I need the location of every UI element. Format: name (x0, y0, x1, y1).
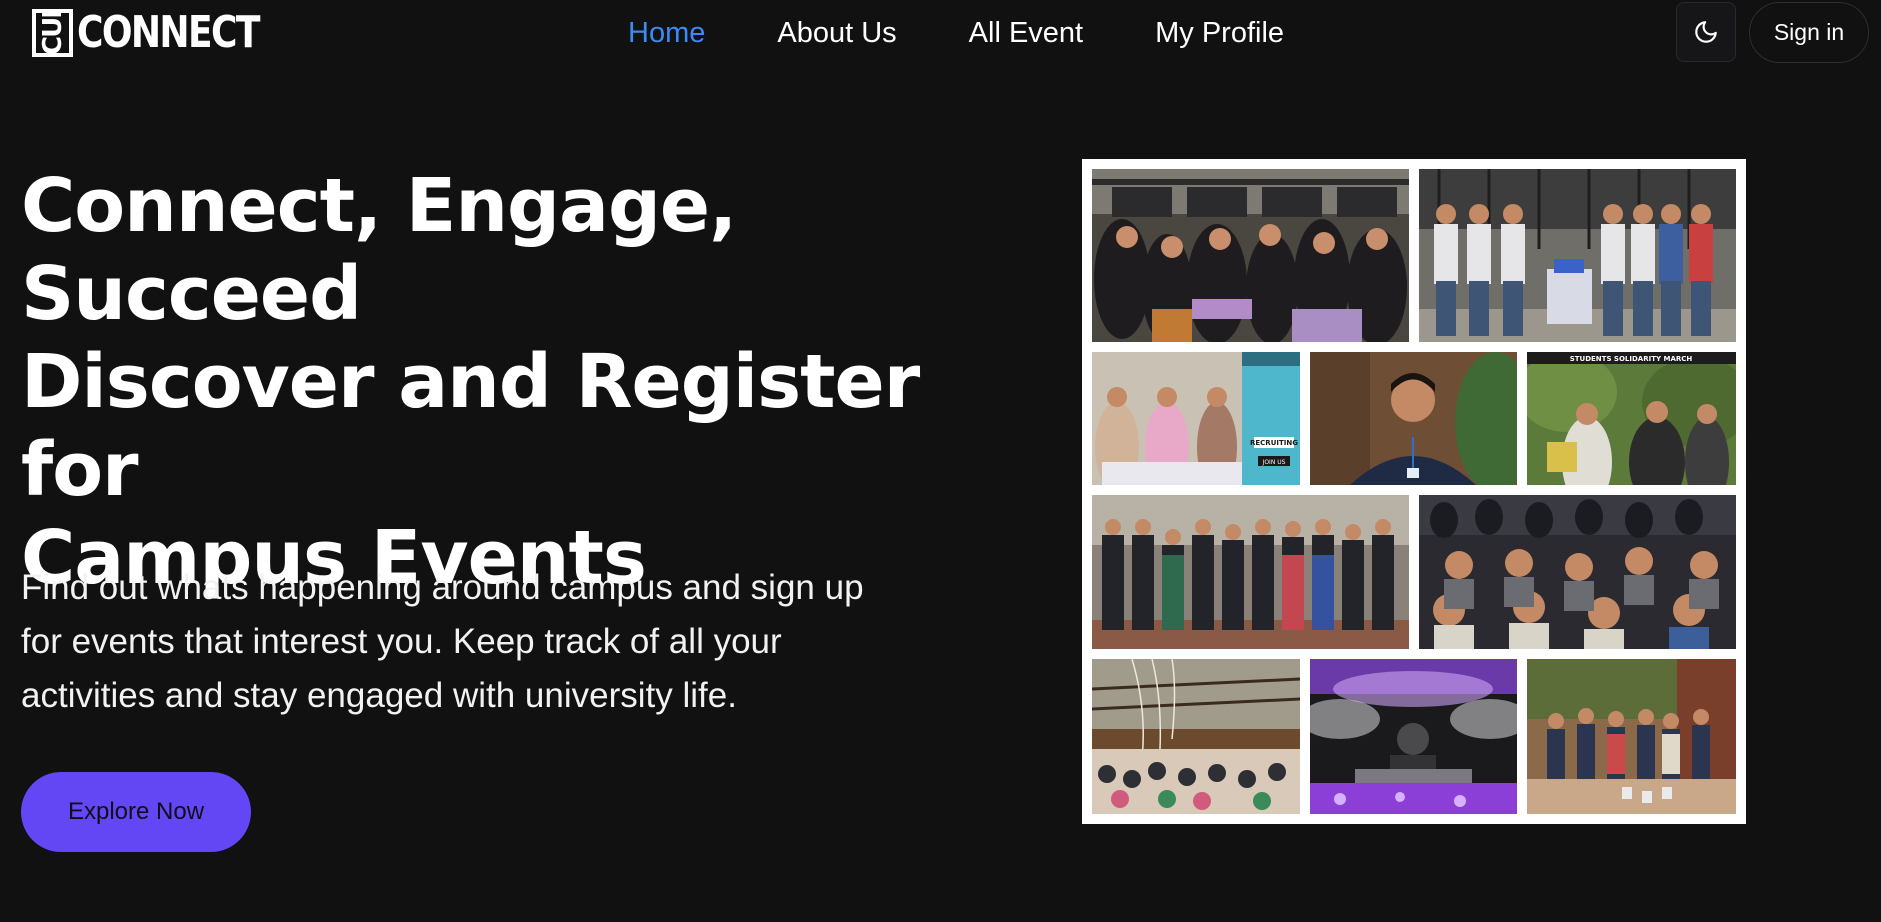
signage-solidarity-march: STUDENTS SOLIDARITY MARCH (1570, 355, 1693, 363)
hero-title-line: Succeed (21, 251, 362, 337)
logo-text: CONNECT (77, 7, 260, 58)
signage-recruiting: RECRUITING (1250, 439, 1298, 447)
hero-description: Find out whats happening around campus a… (21, 568, 864, 715)
hero-title-line: Discover and Register for (21, 339, 920, 513)
nav-link-my-profile[interactable]: My Profile (1155, 17, 1284, 50)
moon-icon (1695, 21, 1717, 43)
photo-seminar-audience (1419, 495, 1736, 649)
logo-mark-text: CUI (37, 11, 68, 55)
photo-portrait-speaker (1310, 352, 1517, 485)
hero-title: Connect, Engage, Succeed Discover and Re… (21, 162, 971, 602)
photo-recruiting-stall: RECRUITING JOIN US (1092, 352, 1300, 485)
event-photo-collage: RECRUITING JOIN US STUDENTS SOLIDARITY M… (1082, 159, 1746, 824)
main-nav: Home About Us All Event My Profile (628, 0, 1284, 66)
photo-stall-crowd (1092, 169, 1409, 342)
nav-link-about-us[interactable]: About Us (777, 17, 896, 50)
hero-title-line: Connect, Engage, (21, 163, 737, 249)
logo[interactable]: CUI CONNECT (32, 9, 299, 57)
navbar: CUI CONNECT Home About Us All Event My P… (0, 0, 1881, 66)
photo-group-photo (1092, 495, 1409, 649)
photo-solidarity-march: STUDENTS SOLIDARITY MARCH (1527, 352, 1736, 485)
sign-in-button[interactable]: Sign in (1749, 2, 1869, 63)
nav-link-home[interactable]: Home (628, 17, 705, 50)
signage-join-us: JOIN US (1262, 459, 1286, 466)
photo-group-standing (1419, 169, 1736, 342)
logo-mark: CUI (32, 9, 73, 57)
photo-outdoor-group (1527, 659, 1736, 814)
photo-hall-gathering (1092, 659, 1300, 814)
explore-now-button[interactable]: Explore Now (21, 772, 251, 852)
theme-toggle-button[interactable] (1676, 2, 1736, 62)
nav-link-all-event[interactable]: All Event (969, 17, 1083, 50)
photo-concert-dj (1310, 659, 1517, 814)
